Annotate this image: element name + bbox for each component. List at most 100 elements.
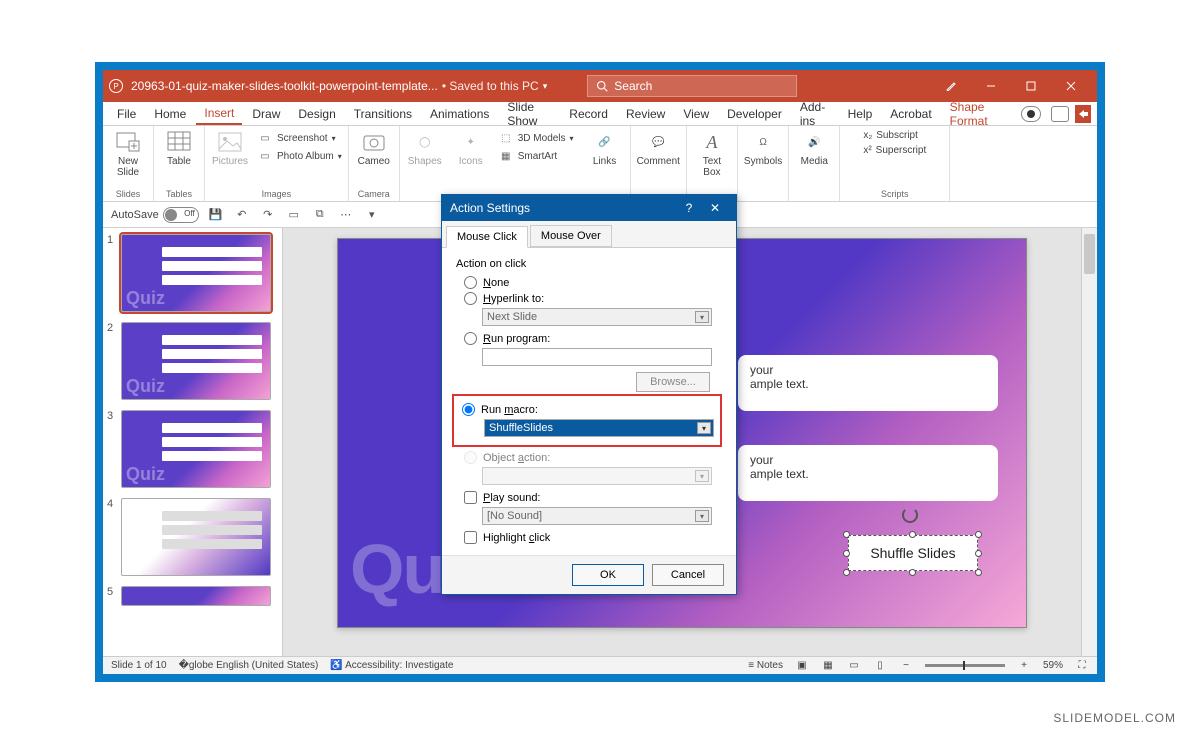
answer-card-2[interactable]: yourample text. — [738, 445, 998, 501]
ok-button[interactable]: OK — [572, 564, 644, 586]
pictures-button[interactable]: Pictures — [211, 130, 249, 167]
comments-toggle-icon[interactable] — [1051, 106, 1069, 122]
selection-handle[interactable] — [843, 531, 850, 538]
tab-mouse-over[interactable]: Mouse Over — [530, 225, 612, 247]
zoom-in-button[interactable]: + — [1017, 659, 1031, 673]
record-indicator-icon[interactable] — [1021, 106, 1041, 122]
3d-models-button[interactable]: ⬚3D Models▾ — [498, 130, 574, 146]
dialog-close-button[interactable]: ✕ — [702, 195, 728, 221]
zoom-percent[interactable]: 59% — [1043, 660, 1063, 671]
thumbnail-3[interactable]: Quiz — [121, 410, 271, 488]
screenshot-button[interactable]: ▭Screenshot▾ — [257, 130, 342, 146]
thumbnail-2[interactable]: Quiz — [121, 322, 271, 400]
photo-album-button[interactable]: ▭Photo Album▾ — [257, 148, 342, 164]
superscript-icon: x² — [863, 145, 871, 156]
fit-to-window-icon[interactable]: ⛶ — [1075, 659, 1089, 673]
language-status[interactable]: �globe English (United States) — [179, 660, 319, 671]
autosave-toggle[interactable]: Off — [163, 207, 199, 223]
thumbnail-panel[interactable]: 1Quiz 2Quiz 3Quiz 4 5 — [103, 228, 283, 656]
search-input[interactable]: Search — [587, 75, 797, 97]
selection-handle[interactable] — [975, 569, 982, 576]
cameo-button[interactable]: Cameo — [355, 130, 393, 167]
title-caret-icon[interactable]: ▾ — [543, 81, 548, 92]
undo-button[interactable]: ↶ — [233, 206, 251, 224]
sound-select[interactable]: [No Sound]▾ — [482, 507, 712, 525]
save-button[interactable]: 💾 — [207, 206, 225, 224]
shuffle-slides-shape[interactable]: Shuffle Slides — [848, 535, 978, 571]
answer-card-1[interactable]: yourample text. — [738, 355, 998, 411]
thumbnail-5[interactable] — [121, 586, 271, 606]
slide-counter[interactable]: Slide 1 of 10 — [111, 660, 167, 671]
view-slideshow-icon[interactable]: ▯ — [873, 659, 887, 673]
selection-handle[interactable] — [975, 531, 982, 538]
tab-developer[interactable]: Developer — [719, 104, 790, 124]
share-button[interactable] — [1075, 105, 1091, 123]
run-program-input[interactable] — [482, 348, 712, 366]
tab-acrobat[interactable]: Acrobat — [882, 104, 939, 124]
view-normal-icon[interactable]: ▣ — [795, 659, 809, 673]
selection-handle[interactable] — [843, 550, 850, 557]
qat-caret-icon[interactable]: ▾ — [363, 206, 381, 224]
vertical-scrollbar[interactable] — [1081, 228, 1097, 656]
macro-select[interactable]: ShuffleSlides▾ — [484, 419, 714, 437]
opt-run-program[interactable]: Run program: — [464, 332, 722, 345]
textbox-button[interactable]: AText Box — [693, 130, 731, 178]
rotate-handle-icon[interactable] — [902, 507, 918, 523]
tab-insert[interactable]: Insert — [196, 103, 242, 125]
chk-play-sound[interactable]: Play sound: — [464, 491, 722, 504]
tab-mouse-click[interactable]: Mouse Click — [446, 226, 528, 248]
selection-handle[interactable] — [843, 569, 850, 576]
accessibility-status[interactable]: ♿ Accessibility: Investigate — [330, 660, 453, 671]
media-button[interactable]: 🔊Media — [795, 130, 833, 167]
tab-shape-format[interactable]: Shape Format — [942, 97, 1014, 131]
scrollbar-thumb[interactable] — [1084, 234, 1095, 274]
tab-file[interactable]: File — [109, 104, 144, 124]
qat-more-icon[interactable]: ⋯ — [337, 206, 355, 224]
chk-highlight-click[interactable]: Highlight click — [464, 531, 722, 544]
dialog-titlebar[interactable]: Action Settings ? ✕ — [442, 195, 736, 221]
icons-button[interactable]: ✦Icons — [452, 130, 490, 167]
opt-hyperlink[interactable]: Hyperlink to: — [464, 292, 722, 305]
hyperlink-select[interactable]: Next Slide▾ — [482, 308, 712, 326]
tab-design[interactable]: Design — [290, 104, 343, 124]
browse-button[interactable]: Browse... — [636, 372, 710, 392]
thumbnail-4[interactable] — [121, 498, 271, 576]
view-sorter-icon[interactable]: ▦ — [821, 659, 835, 673]
table-button[interactable]: Table — [160, 130, 198, 167]
selection-handle[interactable] — [975, 550, 982, 557]
tab-record[interactable]: Record — [561, 104, 616, 124]
close-button[interactable] — [1051, 70, 1091, 102]
tab-home[interactable]: Home — [146, 104, 194, 124]
tab-view[interactable]: View — [675, 104, 717, 124]
opt-none[interactable]: None — [464, 276, 722, 289]
view-reading-icon[interactable]: ▭ — [847, 659, 861, 673]
chevron-down-icon: ▾ — [695, 510, 709, 522]
tab-help[interactable]: Help — [840, 104, 881, 124]
thumbnail-1[interactable]: Quiz — [121, 234, 271, 312]
zoom-out-button[interactable]: − — [899, 659, 913, 673]
symbols-button[interactable]: ΩSymbols — [744, 130, 782, 167]
notes-button[interactable]: ≡ Notes — [748, 660, 783, 671]
smartart-button[interactable]: ▦SmartArt — [498, 148, 574, 164]
subscript-button[interactable]: x₂Subscript — [863, 130, 918, 141]
maximize-button[interactable] — [1011, 70, 1051, 102]
opt-run-macro[interactable]: Run macro: — [462, 403, 716, 416]
tab-review[interactable]: Review — [618, 104, 673, 124]
shapes-button[interactable]: ◯Shapes — [406, 130, 444, 167]
links-button[interactable]: 🔗Links — [586, 130, 624, 167]
selection-handle[interactable] — [909, 531, 916, 538]
superscript-button[interactable]: x²Superscript — [863, 145, 926, 156]
zoom-slider[interactable] — [925, 664, 1005, 667]
redo-button[interactable]: ↷ — [259, 206, 277, 224]
new-slide-button[interactable]: New Slide — [109, 130, 147, 178]
qat-copy-icon[interactable]: ⧉ — [311, 206, 329, 224]
tab-animations[interactable]: Animations — [422, 104, 497, 124]
selection-handle[interactable] — [909, 569, 916, 576]
tab-draw[interactable]: Draw — [244, 104, 288, 124]
cancel-button[interactable]: Cancel — [652, 564, 724, 586]
qat-slideshow-icon[interactable]: ▭ — [285, 206, 303, 224]
comment-icon: 💬 — [644, 130, 672, 154]
dialog-help-button[interactable]: ? — [676, 195, 702, 221]
tab-transitions[interactable]: Transitions — [346, 104, 420, 124]
comment-button[interactable]: 💬Comment — [637, 130, 680, 167]
